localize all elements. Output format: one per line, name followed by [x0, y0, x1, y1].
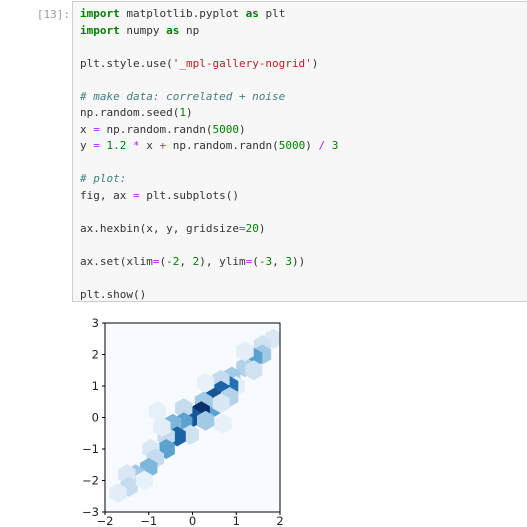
code-token: = [93, 139, 100, 152]
x-axis-ticks: −2 −1 0 1 2 [97, 512, 284, 527]
code-token: np [179, 23, 200, 37]
code-token: ), ylim [199, 254, 246, 268]
x-tick-label: −2 [97, 514, 114, 527]
code-token: plt.show() [80, 287, 147, 301]
y-tick-label: −3 [82, 505, 99, 519]
code-token: 5000 [212, 122, 239, 136]
cell-prompt: [13]: [36, 8, 70, 21]
y-tick-label: −2 [82, 474, 99, 488]
code-line: ax.hexbin(x, y, gridsize=20) [80, 221, 338, 238]
code-line: import numpy as np [80, 23, 338, 40]
code-token: , [179, 254, 193, 268]
code-token: ) [185, 106, 193, 119]
code-token: ax.set(xlim [80, 254, 153, 268]
code-token: ) [258, 221, 266, 235]
code-token: 1.2 [106, 139, 127, 152]
y-axis-ticks: 3 2 1 0 −1 −2 −3 [82, 316, 105, 519]
code-token: np.random.randn( [99, 122, 213, 136]
code-line: y = 1.2 * x + np.random.randn(5000) / 3 [80, 138, 338, 155]
code-line: # make data: correlated + noise [80, 89, 338, 106]
x-tick-label: 2 [276, 514, 283, 527]
code-token: np.random.randn( [166, 139, 279, 152]
code-token: 20 [245, 221, 259, 235]
code-line: ax.set(xlim=(-2, 2), ylim=(-3, 3)) [80, 254, 338, 271]
code-token: plt.subplots() [139, 188, 239, 202]
code-token: * [133, 139, 140, 152]
code-token: 1 [179, 106, 186, 119]
code-token: = [238, 221, 246, 235]
code-token: ) [238, 122, 246, 136]
code-line: plt.show() [80, 287, 338, 304]
code-token: x [139, 139, 160, 152]
code-token: fig, ax [80, 188, 133, 202]
code-line: fig, ax = plt.subplots() [80, 188, 338, 205]
code-line: # plot: [80, 171, 338, 188]
code-token: np.random.seed( [80, 106, 180, 119]
code-token: 3 [285, 254, 292, 268]
y-tick-label: 0 [92, 411, 99, 425]
code-token: ax.hexbin(x, y, gridsize [80, 221, 239, 235]
code-token: ( [252, 254, 259, 268]
code-token: 5000 [278, 139, 306, 152]
code-token: import [80, 23, 120, 37]
hexbin-plot: −2 −1 0 1 2 3210−1−2−3 [82, 316, 284, 527]
y-tick-label: 1 [92, 379, 99, 393]
code-line: np.random.seed(1) [80, 105, 338, 122]
code-editor[interactable]: import matplotlib.pyplot as plt import nu… [80, 6, 338, 303]
x-tick-label: 1 [233, 514, 240, 527]
y-tick-label: −1 [82, 442, 99, 456]
code-line: plt.style.use('_mpl-gallery-nogrid') [80, 56, 338, 73]
code-token: x [80, 122, 94, 136]
y-tick-label: 2 [92, 348, 99, 362]
code-token: '_mpl-gallery-nogrid' [172, 56, 312, 70]
x-tick-label: 0 [189, 514, 196, 527]
code-token: 3 [331, 139, 339, 152]
code-token: matplotlib.pyplot [119, 7, 246, 20]
code-token: -3 [258, 254, 273, 268]
code-token: numpy [119, 23, 167, 37]
code-token: plt [258, 7, 286, 20]
code-line: x = np.random.randn(5000) [80, 122, 338, 139]
code-token: , [272, 254, 286, 268]
code-token: = [93, 122, 100, 136]
code-token: y [80, 139, 94, 152]
code-token: # plot: [80, 172, 127, 185]
code-token: ) [311, 56, 319, 70]
code-token: )) [291, 254, 306, 268]
code-token: = [132, 188, 140, 202]
code-line: import matplotlib.pyplot as plt [80, 6, 338, 23]
code-token: plt.style.use( [80, 56, 173, 70]
code-token: -2 [166, 254, 180, 268]
y-tick-label: 3 [92, 316, 99, 330]
x-tick-label: −1 [140, 514, 157, 527]
code-token: # make data: correlated + noise [80, 89, 286, 103]
code-token: ) [305, 139, 319, 152]
code-token: as [166, 23, 180, 37]
code-token: as [245, 7, 259, 20]
code-token: import [80, 7, 120, 20]
